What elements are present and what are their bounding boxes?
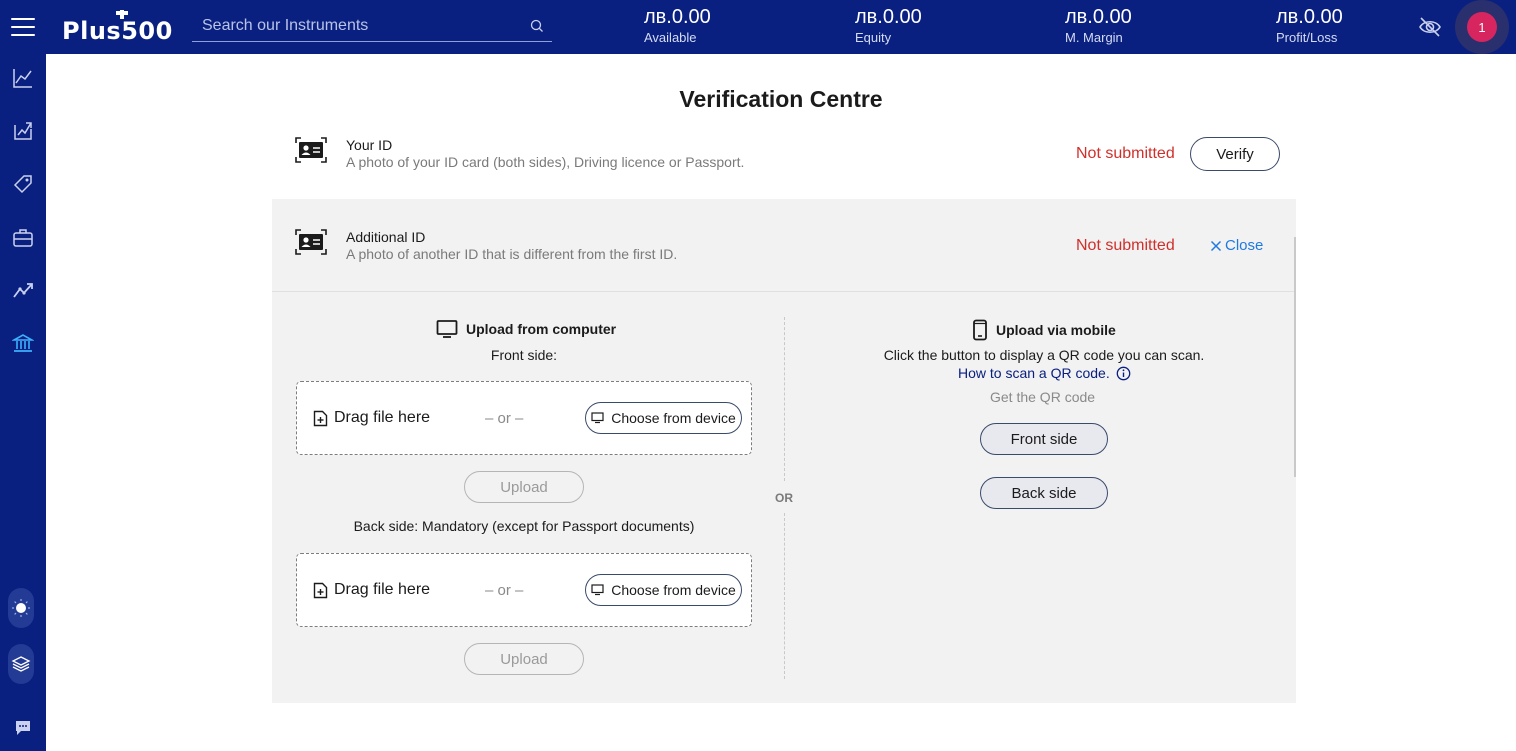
heading-label: Upload from computer <box>466 321 617 337</box>
stat-available: лв.0.00 Available <box>644 6 711 45</box>
back-dropzone[interactable]: Drag file here – or – Choose from device <box>296 553 752 627</box>
drag-text: Drag file here <box>334 581 431 598</box>
close-button[interactable]: Close <box>1210 237 1263 254</box>
info-icon <box>1116 366 1131 380</box>
row-description: A photo of another ID that is different … <box>346 246 678 262</box>
upload-computer-heading: Upload from computer <box>436 319 616 339</box>
status-badge: Not submitted <box>1076 145 1175 162</box>
page-title: Verification Centre <box>679 86 883 112</box>
search-bar <box>192 10 552 42</box>
trades-icon[interactable] <box>0 111 46 151</box>
layers-icon[interactable] <box>8 644 34 684</box>
close-icon <box>1210 240 1222 251</box>
choose-label: Choose from device <box>611 410 736 426</box>
front-side-label: Front side: <box>490 347 558 363</box>
mobile-instructions: Click the button to display a QR code yo… <box>883 347 1205 363</box>
search-icon[interactable] <box>522 11 552 41</box>
notification-badge: 1 <box>1467 12 1497 42</box>
vertical-divider <box>784 317 785 481</box>
how-to-scan-link[interactable]: How to scan a QR code. <box>958 365 1131 381</box>
qr-back-side-button[interactable]: Back side <box>980 477 1108 509</box>
id-card-icon <box>294 136 328 164</box>
tag-icon[interactable] <box>0 164 46 204</box>
choose-from-device-button[interactable]: Choose from device <box>585 402 742 434</box>
hide-balance-eye-icon[interactable] <box>1416 13 1444 41</box>
stat-label: M. Margin <box>1065 30 1123 45</box>
stat-label: Available <box>644 30 697 45</box>
heading-label: Upload via mobile <box>996 322 1116 338</box>
upload-back-button[interactable]: Upload <box>464 643 584 675</box>
or-divider-text: – or – <box>485 410 524 427</box>
vertical-divider <box>784 513 785 679</box>
search-input[interactable] <box>192 16 522 35</box>
logo[interactable]: Plus500 <box>60 10 184 44</box>
stat-value: лв.0.00 <box>855 6 922 28</box>
qr-front-side-button[interactable]: Front side <box>980 423 1108 455</box>
theme-toggle-icon[interactable] <box>8 588 34 628</box>
svg-text:Plus500: Plus500 <box>62 17 173 44</box>
monitor-icon <box>436 320 458 338</box>
monitor-icon <box>591 584 604 596</box>
bank-icon[interactable] <box>0 323 46 363</box>
sidebar <box>0 54 46 751</box>
additional-id-panel: Additional ID A photo of another ID that… <box>272 199 1296 703</box>
help-link-label: How to scan a QR code. <box>958 365 1110 381</box>
verify-button[interactable]: Verify <box>1190 137 1280 171</box>
upload-mobile-heading: Upload via mobile <box>972 319 1116 341</box>
stat-label: Profit/Loss <box>1276 30 1338 45</box>
notifications-button[interactable]: 1 <box>1455 0 1509 54</box>
or-divider-text: – or – <box>485 582 524 599</box>
plus500-logo: Plus500 <box>62 10 173 44</box>
scrollbar[interactable] <box>1294 237 1296 477</box>
row-description: A photo of your ID card (both sides), Dr… <box>346 154 745 170</box>
stat-equity: лв.0.00 Equity <box>855 6 922 45</box>
or-label: OR <box>775 491 793 505</box>
choose-label: Choose from device <box>611 582 736 598</box>
mobile-phone-icon <box>973 319 987 341</box>
insights-icon[interactable] <box>0 270 46 310</box>
stat-value: лв.0.00 <box>1065 6 1132 28</box>
file-add-icon <box>313 582 328 598</box>
your-id-row: Your ID A photo of your ID card (both si… <box>272 128 1296 198</box>
chat-icon[interactable] <box>0 708 46 748</box>
drag-text: Drag file here <box>334 409 431 426</box>
chart-line-icon[interactable] <box>0 58 46 98</box>
choose-from-device-button[interactable]: Choose from device <box>585 574 742 606</box>
drag-area: Drag file here <box>313 409 430 427</box>
stat-label: Equity <box>855 30 892 45</box>
get-qr-label: Get the QR code <box>990 389 1096 405</box>
upload-front-button[interactable]: Upload <box>464 471 584 503</box>
file-add-icon <box>313 410 328 426</box>
monitor-icon <box>591 412 604 424</box>
id-card-icon <box>294 228 328 256</box>
top-bar: Plus500 лв.0.00 Available лв.0.00 Equity… <box>0 0 1516 54</box>
close-label: Close <box>1225 237 1264 254</box>
stat-profit-loss: лв.0.00 Profit/Loss <box>1276 6 1343 45</box>
divider <box>272 291 1296 292</box>
status-badge: Not submitted <box>1076 237 1175 254</box>
row-title: Additional ID <box>346 229 426 245</box>
menu-icon[interactable] <box>0 0 46 54</box>
drag-area: Drag file here <box>313 581 430 599</box>
stat-value: лв.0.00 <box>1276 6 1343 28</box>
row-title: Your ID <box>346 137 393 153</box>
stat-value: лв.0.00 <box>644 6 711 28</box>
front-dropzone[interactable]: Drag file here – or – Choose from device <box>296 381 752 455</box>
briefcase-icon[interactable] <box>0 218 46 258</box>
stat-margin: лв.0.00 M. Margin <box>1065 6 1132 45</box>
back-side-label: Back side: Mandatory (except for Passpor… <box>353 518 695 534</box>
